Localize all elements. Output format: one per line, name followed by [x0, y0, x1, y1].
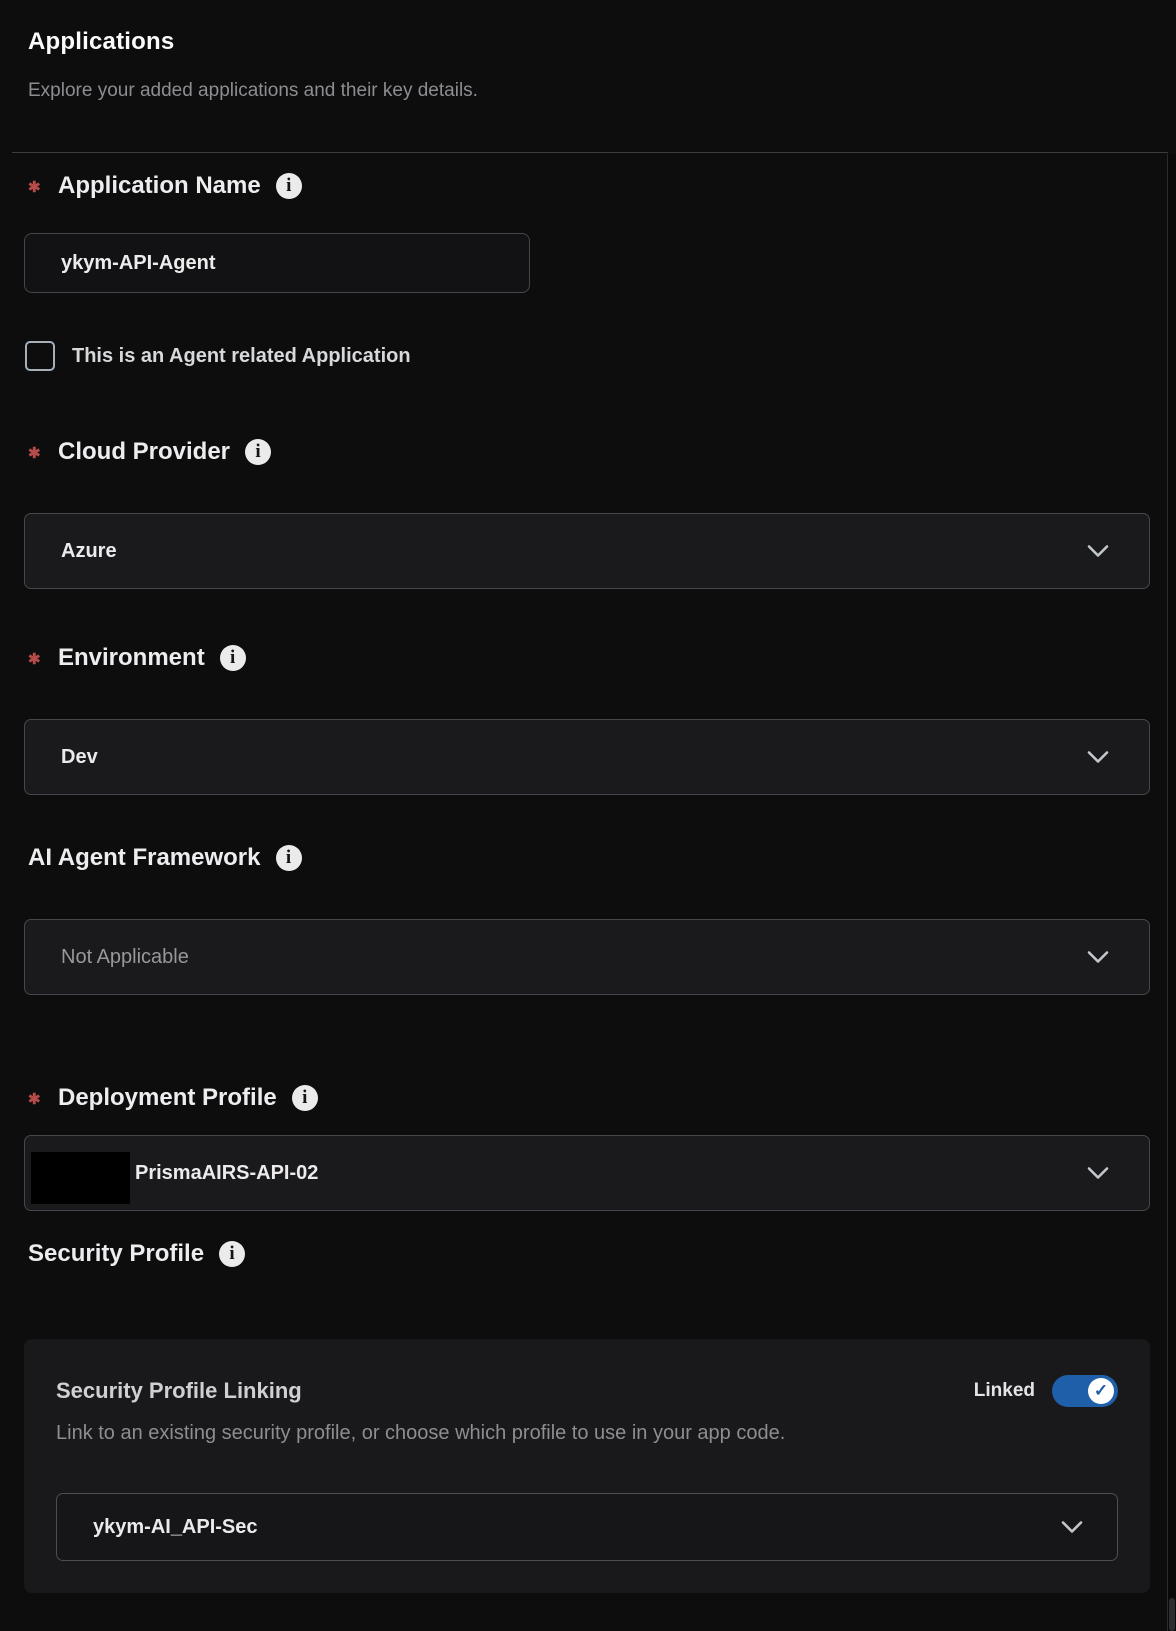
chevron-down-icon — [1087, 545, 1109, 558]
cloud-provider-select[interactable]: Azure — [24, 513, 1150, 589]
chevron-down-icon — [1087, 1167, 1109, 1180]
application-name-label-row: ✱ Application Name i — [24, 169, 1150, 203]
info-icon[interactable]: i — [292, 1085, 318, 1111]
info-icon[interactable]: i — [220, 645, 246, 671]
scrollbar-thumb[interactable] — [1169, 1598, 1175, 1631]
ai-agent-framework-label: AI Agent Framework — [28, 844, 261, 872]
ai-agent-framework-value: Not Applicable — [25, 946, 189, 969]
linked-toggle[interactable]: ✓ — [1052, 1375, 1118, 1407]
linked-toggle-label: Linked — [974, 1380, 1035, 1402]
ai-agent-framework-select[interactable]: Not Applicable — [24, 919, 1150, 995]
required-asterisk: ✱ — [28, 176, 58, 196]
security-profile-linking-description: Link to an existing security profile, or… — [56, 1421, 1118, 1445]
cloud-provider-label-row: ✱ Cloud Provider i — [24, 435, 1150, 469]
scrollbar-gutter — [1168, 154, 1176, 1631]
linked-toggle-wrap: Linked ✓ — [974, 1375, 1118, 1407]
redaction-box — [31, 1152, 130, 1204]
security-profile-card-head: Security Profile Linking Linked ✓ — [56, 1375, 1118, 1407]
required-asterisk: ✱ — [28, 648, 58, 668]
cloud-provider-label: Cloud Provider — [58, 438, 230, 466]
deployment-profile-select[interactable]: PrismaAIRS-API-02 — [24, 1135, 1150, 1211]
environment-label-row: ✱ Environment i — [24, 641, 1150, 675]
required-asterisk: ✱ — [28, 1088, 58, 1108]
form-content: ✱ Application Name i This is an Agent re… — [0, 169, 1176, 1593]
chevron-down-icon — [1087, 951, 1109, 964]
header-divider — [12, 152, 1168, 153]
page-subtitle: Explore your added applications and thei… — [28, 80, 1148, 102]
checkmark-icon: ✓ — [1088, 1378, 1114, 1404]
agent-related-checkbox-row: This is an Agent related Application — [24, 341, 1150, 371]
security-profile-value: ykym-AI_API-Sec — [57, 1516, 258, 1539]
page-header: Applications Explore your added applicat… — [0, 0, 1176, 102]
required-asterisk: ✱ — [28, 442, 58, 462]
info-icon[interactable]: i — [245, 439, 271, 465]
security-profile-label-row: Security Profile i — [24, 1237, 1150, 1271]
environment-value: Dev — [25, 746, 98, 769]
security-profile-card: Security Profile Linking Linked ✓ Link t… — [24, 1339, 1150, 1593]
agent-related-checkbox-label: This is an Agent related Application — [72, 345, 411, 368]
environment-select[interactable]: Dev — [24, 719, 1150, 795]
application-name-input[interactable] — [24, 233, 530, 293]
ai-agent-framework-label-row: AI Agent Framework i — [24, 841, 1150, 875]
cloud-provider-value: Azure — [25, 540, 117, 563]
info-icon[interactable]: i — [276, 173, 302, 199]
security-profile-select[interactable]: ykym-AI_API-Sec — [56, 1493, 1118, 1561]
info-icon[interactable]: i — [276, 845, 302, 871]
info-icon[interactable]: i — [219, 1241, 245, 1267]
chevron-down-icon — [1087, 751, 1109, 764]
application-name-label: Application Name — [58, 172, 261, 200]
security-profile-label: Security Profile — [28, 1240, 204, 1268]
agent-related-checkbox[interactable] — [25, 341, 55, 371]
environment-label: Environment — [58, 644, 205, 672]
security-profile-linking-title: Security Profile Linking — [56, 1378, 302, 1404]
deployment-profile-label: Deployment Profile — [58, 1084, 277, 1112]
page-title: Applications — [28, 28, 1148, 56]
chevron-down-icon — [1061, 1521, 1083, 1534]
deployment-profile-label-row: ✱ Deployment Profile i — [24, 1081, 1150, 1115]
